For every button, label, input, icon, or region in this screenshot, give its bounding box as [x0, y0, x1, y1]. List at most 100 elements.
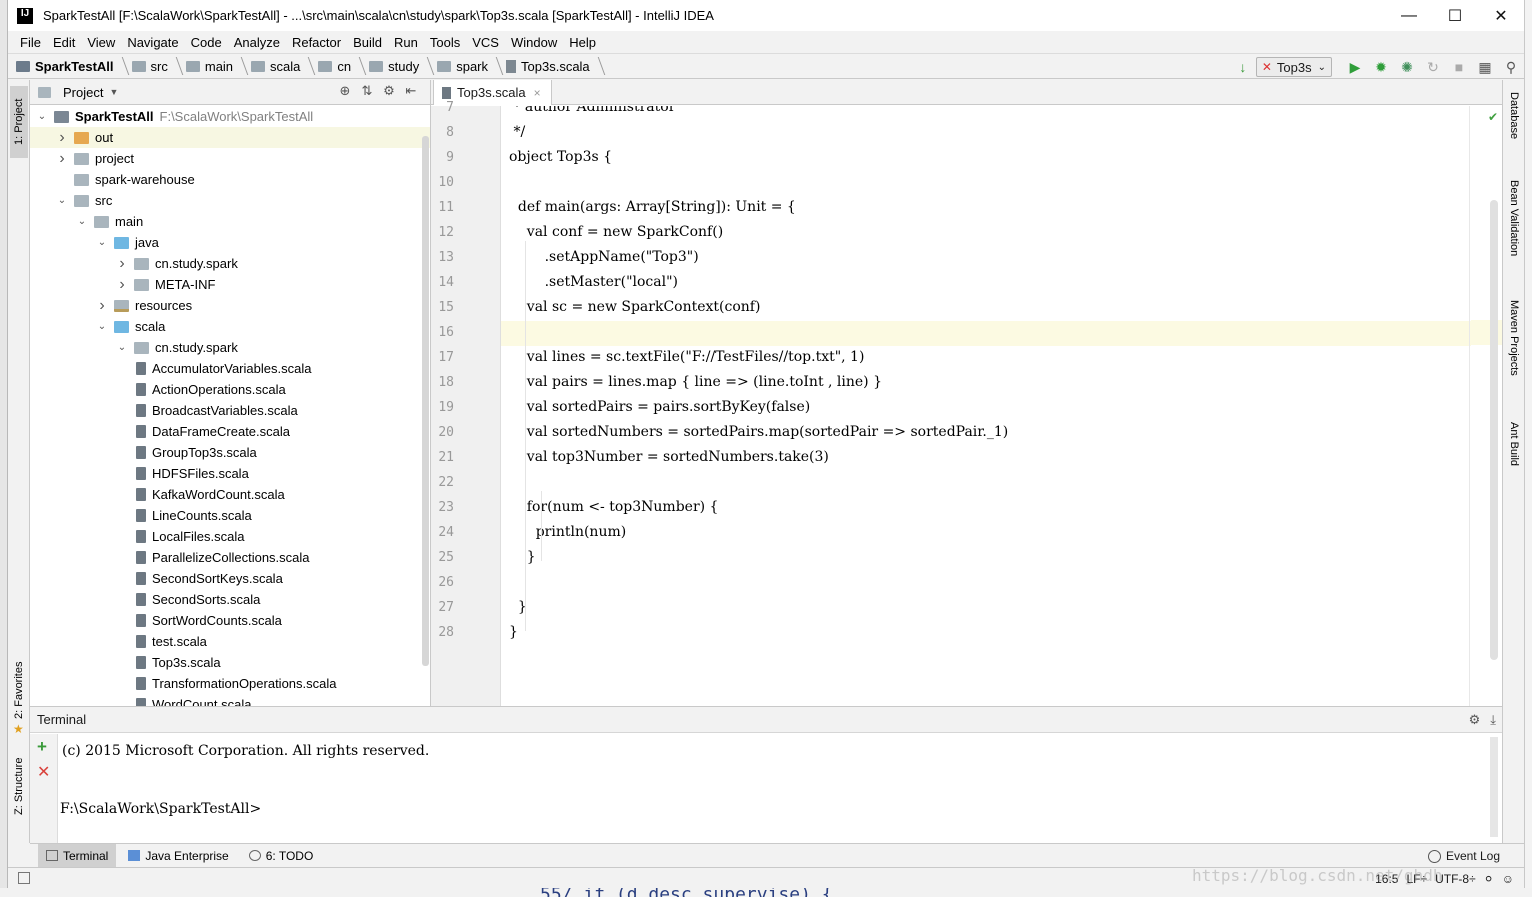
menu-tools[interactable]: Tools	[424, 35, 466, 50]
minimize-icon[interactable]: —	[1386, 0, 1432, 31]
tree-row[interactable]: DataFrameCreate.scala	[30, 421, 430, 442]
run-icon[interactable]: ▶	[1344, 56, 1366, 78]
menu-code[interactable]: Code	[185, 35, 228, 50]
debug-icon[interactable]: ✹	[1370, 56, 1392, 78]
tree-row[interactable]: › out	[30, 127, 430, 148]
tree-row[interactable]: ⌄ scala	[30, 316, 430, 337]
tab-database[interactable]: Database	[1505, 92, 1523, 162]
gear-icon[interactable]: ⚙	[1469, 712, 1481, 728]
project-view-select[interactable]: Project	[63, 85, 103, 100]
menu-refactor[interactable]: Refactor	[286, 35, 347, 50]
tree-row[interactable]: ⌄ java	[30, 232, 430, 253]
tab-todo[interactable]: 6: TODO	[241, 844, 322, 868]
inspector-icon[interactable]: ☺	[1502, 872, 1514, 886]
tree-row[interactable]: KafkaWordCount.scala	[30, 484, 430, 505]
tree-row[interactable]: ⌄ cn.study.spark	[30, 337, 430, 358]
chevron-right-icon[interactable]: ›	[56, 150, 68, 168]
run-configuration-select[interactable]: ✕ Top3s ⌄	[1255, 57, 1332, 77]
tree-row[interactable]: ⌄ src	[30, 190, 430, 211]
collapse-all-icon[interactable]: ⇅	[356, 83, 378, 99]
breadcrumb-item[interactable]: main	[185, 59, 233, 74]
menu-help[interactable]: Help	[563, 35, 602, 50]
editor-scrollbar[interactable]	[1490, 200, 1498, 660]
chevron-down-icon[interactable]: ⌄	[56, 195, 68, 206]
tab-maven-projects[interactable]: Maven Projects	[1505, 300, 1523, 400]
coverage-icon[interactable]: ✺	[1396, 56, 1418, 78]
chevron-down-icon[interactable]: ⌄	[36, 111, 48, 122]
tree-row-root[interactable]: ⌄ SparkTestAll F:\ScalaWork\SparkTestAll	[30, 106, 430, 127]
tree-row[interactable]: › project	[30, 148, 430, 169]
tree-row[interactable]: HDFSFiles.scala	[30, 463, 430, 484]
chevron-down-icon[interactable]: ▼	[109, 87, 118, 97]
menu-vcs[interactable]: VCS	[466, 35, 505, 50]
tree-row[interactable]: TransformationOperations.scala	[30, 673, 430, 694]
tab-favorites[interactable]: 2: Favorites	[10, 650, 28, 730]
tree-row[interactable]: SecondSortKeys.scala	[30, 568, 430, 589]
tree-row[interactable]: test.scala	[30, 631, 430, 652]
tree-row[interactable]: › META-INF	[30, 274, 430, 295]
tree-row[interactable]: AccumulatorVariables.scala	[30, 358, 430, 379]
tab-project[interactable]: 1: Project	[10, 86, 28, 158]
stop-icon[interactable]: ■	[1448, 56, 1470, 78]
breadcrumb-item[interactable]: Top3s.scala	[506, 59, 590, 74]
profile-icon[interactable]: ↻	[1422, 56, 1444, 78]
chevron-down-icon[interactable]: ⌄	[96, 237, 108, 248]
tree-row[interactable]: Top3s.scala	[30, 652, 430, 673]
event-log-button[interactable]: Event Log	[1427, 844, 1500, 868]
menu-edit[interactable]: Edit	[47, 35, 81, 50]
tree-row[interactable]: SecondSorts.scala	[30, 589, 430, 610]
tree-row[interactable]: ⌄ main	[30, 211, 430, 232]
project-structure-icon[interactable]: ▦	[1474, 56, 1496, 78]
tab-java-enterprise[interactable]: Java Enterprise	[120, 844, 236, 868]
hide-panel-icon[interactable]: ⤓	[1490, 712, 1496, 728]
chevron-right-icon[interactable]: ›	[96, 297, 108, 315]
tree-row[interactable]: spark-warehouse	[30, 169, 430, 190]
search-icon[interactable]: ⚲	[1500, 56, 1522, 78]
new-session-icon[interactable]: +	[37, 737, 47, 757]
locate-icon[interactable]: ⊕	[334, 83, 356, 99]
breadcrumb-item[interactable]: study	[369, 59, 419, 74]
menu-analyze[interactable]: Analyze	[228, 35, 286, 50]
tab-terminal[interactable]: Terminal	[38, 843, 117, 868]
close-session-icon[interactable]: ✕	[37, 762, 50, 782]
close-window-icon[interactable]: ✕	[1478, 0, 1524, 31]
tree-row[interactable]: › resources	[30, 295, 430, 316]
breadcrumb-item[interactable]: cn	[318, 59, 351, 74]
tab-bean-validation[interactable]: Bean Validation	[1505, 180, 1523, 280]
tree-row[interactable]: WordCount.scala	[30, 694, 430, 706]
tree-row[interactable]: › cn.study.spark	[30, 253, 430, 274]
menu-file[interactable]: File	[14, 35, 47, 50]
sort-icon[interactable]: ↓	[1232, 56, 1254, 78]
chevron-right-icon[interactable]: ›	[56, 129, 68, 147]
tree-row[interactable]: ActionOperations.scala	[30, 379, 430, 400]
breadcrumb-item[interactable]: scala	[251, 59, 300, 74]
chevron-down-icon[interactable]: ⌄	[116, 342, 128, 353]
close-tab-icon[interactable]: ×	[534, 86, 541, 100]
lock-icon[interactable]: ⚪	[1484, 872, 1494, 886]
hide-panel-icon[interactable]: ⇤	[400, 83, 422, 99]
chevron-right-icon[interactable]: ›	[116, 255, 128, 273]
toggle-tool-windows-icon[interactable]	[18, 872, 30, 884]
menu-run[interactable]: Run	[388, 35, 424, 50]
breadcrumb-item[interactable]: src	[131, 59, 168, 74]
tree-row[interactable]: GroupTop3s.scala	[30, 442, 430, 463]
tree-row[interactable]: LineCounts.scala	[30, 505, 430, 526]
code-editor[interactable]: * author Administrator */object Top3s { …	[501, 106, 1471, 706]
menu-build[interactable]: Build	[347, 35, 388, 50]
chevron-down-icon[interactable]: ⌄	[76, 216, 88, 227]
gear-icon[interactable]: ⚙	[378, 83, 400, 99]
breadcrumb-item[interactable]: spark	[437, 59, 488, 74]
chevron-right-icon[interactable]: ›	[116, 276, 128, 294]
tab-ant-build[interactable]: Ant Build	[1505, 422, 1523, 492]
breadcrumb-item[interactable]: SparkTestAll	[16, 59, 114, 74]
tab-structure[interactable]: Z: Structure	[10, 748, 28, 824]
tree-row[interactable]: ParallelizeCollections.scala	[30, 547, 430, 568]
chevron-down-icon[interactable]: ⌄	[96, 321, 108, 332]
menu-window[interactable]: Window	[505, 35, 563, 50]
tree-row[interactable]: SortWordCounts.scala	[30, 610, 430, 631]
tree-row[interactable]: BroadcastVariables.scala	[30, 400, 430, 421]
menu-view[interactable]: View	[81, 35, 121, 50]
terminal-scrollbar[interactable]	[1490, 737, 1498, 837]
maximize-icon[interactable]: ☐	[1432, 0, 1478, 31]
terminal-prompt[interactable]: F:\ScalaWork\SparkTestAll>	[60, 801, 261, 817]
